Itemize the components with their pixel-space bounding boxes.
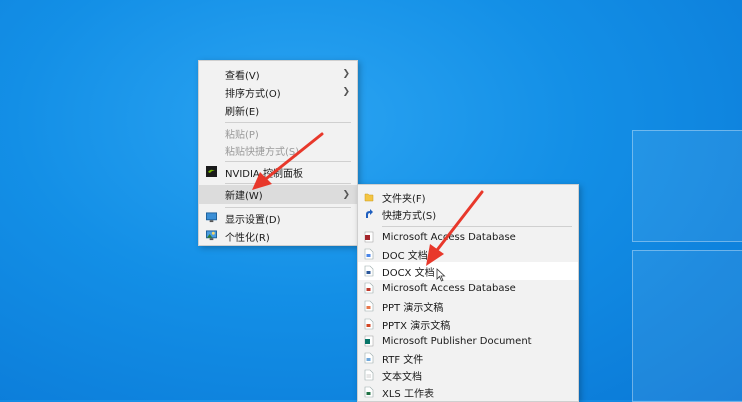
menu-item-label: Microsoft Access Database: [382, 231, 516, 243]
menu-item-paste-shortcut: 粘贴快捷方式(S): [199, 141, 357, 159]
submenu-item-docx[interactable]: DOCX 文档: [358, 262, 578, 280]
submenu-item-access-database-2[interactable]: Microsoft Access Database: [358, 279, 578, 297]
desktop-context-menu: 查看(V) ❯ 排序方式(O) ❯ 刷新(E) 粘贴(P) 粘贴快捷方式(S) …: [198, 60, 358, 246]
chevron-right-icon: ❯: [342, 87, 350, 97]
menu-item-label: NVIDIA 控制面板: [225, 168, 303, 180]
menu-item-new[interactable]: 新建(W) ❯: [199, 185, 357, 204]
menu-item-paste: 粘贴(P): [199, 124, 357, 142]
ppt-icon: [364, 300, 374, 312]
menu-item-label: Microsoft Publisher Document: [382, 335, 532, 347]
submenu-item-access-database[interactable]: Microsoft Access Database: [358, 228, 578, 246]
submenu-item-publisher[interactable]: Microsoft Publisher Document: [358, 332, 578, 350]
menu-item-label: XLS 工作表: [382, 388, 434, 400]
chevron-right-icon: ❯: [342, 189, 350, 200]
xls-icon: [364, 386, 374, 398]
menu-item-label: 刷新(E): [225, 106, 260, 118]
logo-pane-top: [632, 130, 742, 242]
submenu-item-shortcut[interactable]: 快捷方式(S): [358, 205, 578, 223]
menu-separator: [382, 226, 572, 227]
logo-pane-bottom: [632, 250, 742, 402]
submenu-item-rtf[interactable]: RTF 文件: [358, 349, 578, 367]
submenu-item-doc[interactable]: DOC 文档: [358, 245, 578, 263]
rtf-icon: [364, 352, 374, 364]
menu-item-label: 文本文档: [382, 371, 422, 383]
menu-item-label: 显示设置(D): [225, 214, 281, 226]
new-submenu: 文件夹(F) 快捷方式(S) Microsoft Access Database…: [357, 184, 579, 402]
menu-item-label: DOCX 文档: [382, 267, 435, 279]
menu-item-label: 个性化(R): [225, 232, 270, 244]
menu-item-view[interactable]: 查看(V) ❯: [199, 65, 357, 83]
menu-item-label: 快捷方式(S): [382, 210, 437, 222]
display-settings-icon: [206, 212, 217, 223]
access-icon: [364, 282, 374, 294]
menu-item-nvidia-control-panel[interactable]: NVIDIA 控制面板: [199, 163, 357, 181]
menu-item-label: 新建(W): [225, 191, 263, 202]
submenu-item-xls[interactable]: XLS 工作表: [358, 383, 578, 401]
menu-item-label: PPTX 演示文稿: [382, 320, 451, 332]
pptx-icon: [364, 318, 374, 330]
menu-separator: [225, 161, 351, 162]
menu-item-personalize[interactable]: 个性化(R): [199, 227, 357, 245]
docx-icon: [364, 265, 374, 277]
menu-item-label: 查看(V): [225, 70, 260, 82]
access-icon: [364, 231, 374, 243]
menu-separator: [225, 207, 351, 208]
menu-item-label: 粘贴(P): [225, 129, 259, 141]
menu-item-display-settings[interactable]: 显示设置(D): [199, 209, 357, 227]
menu-item-label: PPT 演示文稿: [382, 302, 444, 314]
folder-icon: [364, 191, 374, 203]
menu-item-label: 粘贴快捷方式(S): [225, 146, 300, 158]
shortcut-icon: [364, 208, 374, 220]
menu-item-label: RTF 文件: [382, 354, 424, 366]
publisher-icon: [364, 335, 374, 347]
menu-item-label: Microsoft Access Database: [382, 282, 516, 294]
menu-item-sort-by[interactable]: 排序方式(O) ❯: [199, 83, 357, 101]
submenu-item-folder[interactable]: 文件夹(F): [358, 188, 578, 206]
text-doc-icon: [364, 369, 374, 381]
nvidia-icon: [206, 166, 217, 177]
menu-separator: [225, 122, 351, 123]
menu-item-label: DOC 文档: [382, 250, 428, 262]
mouse-cursor-icon: [436, 268, 446, 282]
windows-logo-decoration: [632, 130, 742, 402]
submenu-item-text-document[interactable]: 文本文档: [358, 366, 578, 384]
personalize-icon: [206, 230, 217, 241]
submenu-item-ppt[interactable]: PPT 演示文稿: [358, 297, 578, 315]
submenu-item-pptx[interactable]: PPTX 演示文稿: [358, 315, 578, 333]
menu-item-label: 文件夹(F): [382, 193, 426, 205]
doc-icon: [364, 248, 374, 260]
menu-item-label: 排序方式(O): [225, 88, 281, 100]
menu-separator: [225, 183, 351, 184]
chevron-right-icon: ❯: [342, 69, 350, 79]
menu-item-refresh[interactable]: 刷新(E): [199, 101, 357, 119]
